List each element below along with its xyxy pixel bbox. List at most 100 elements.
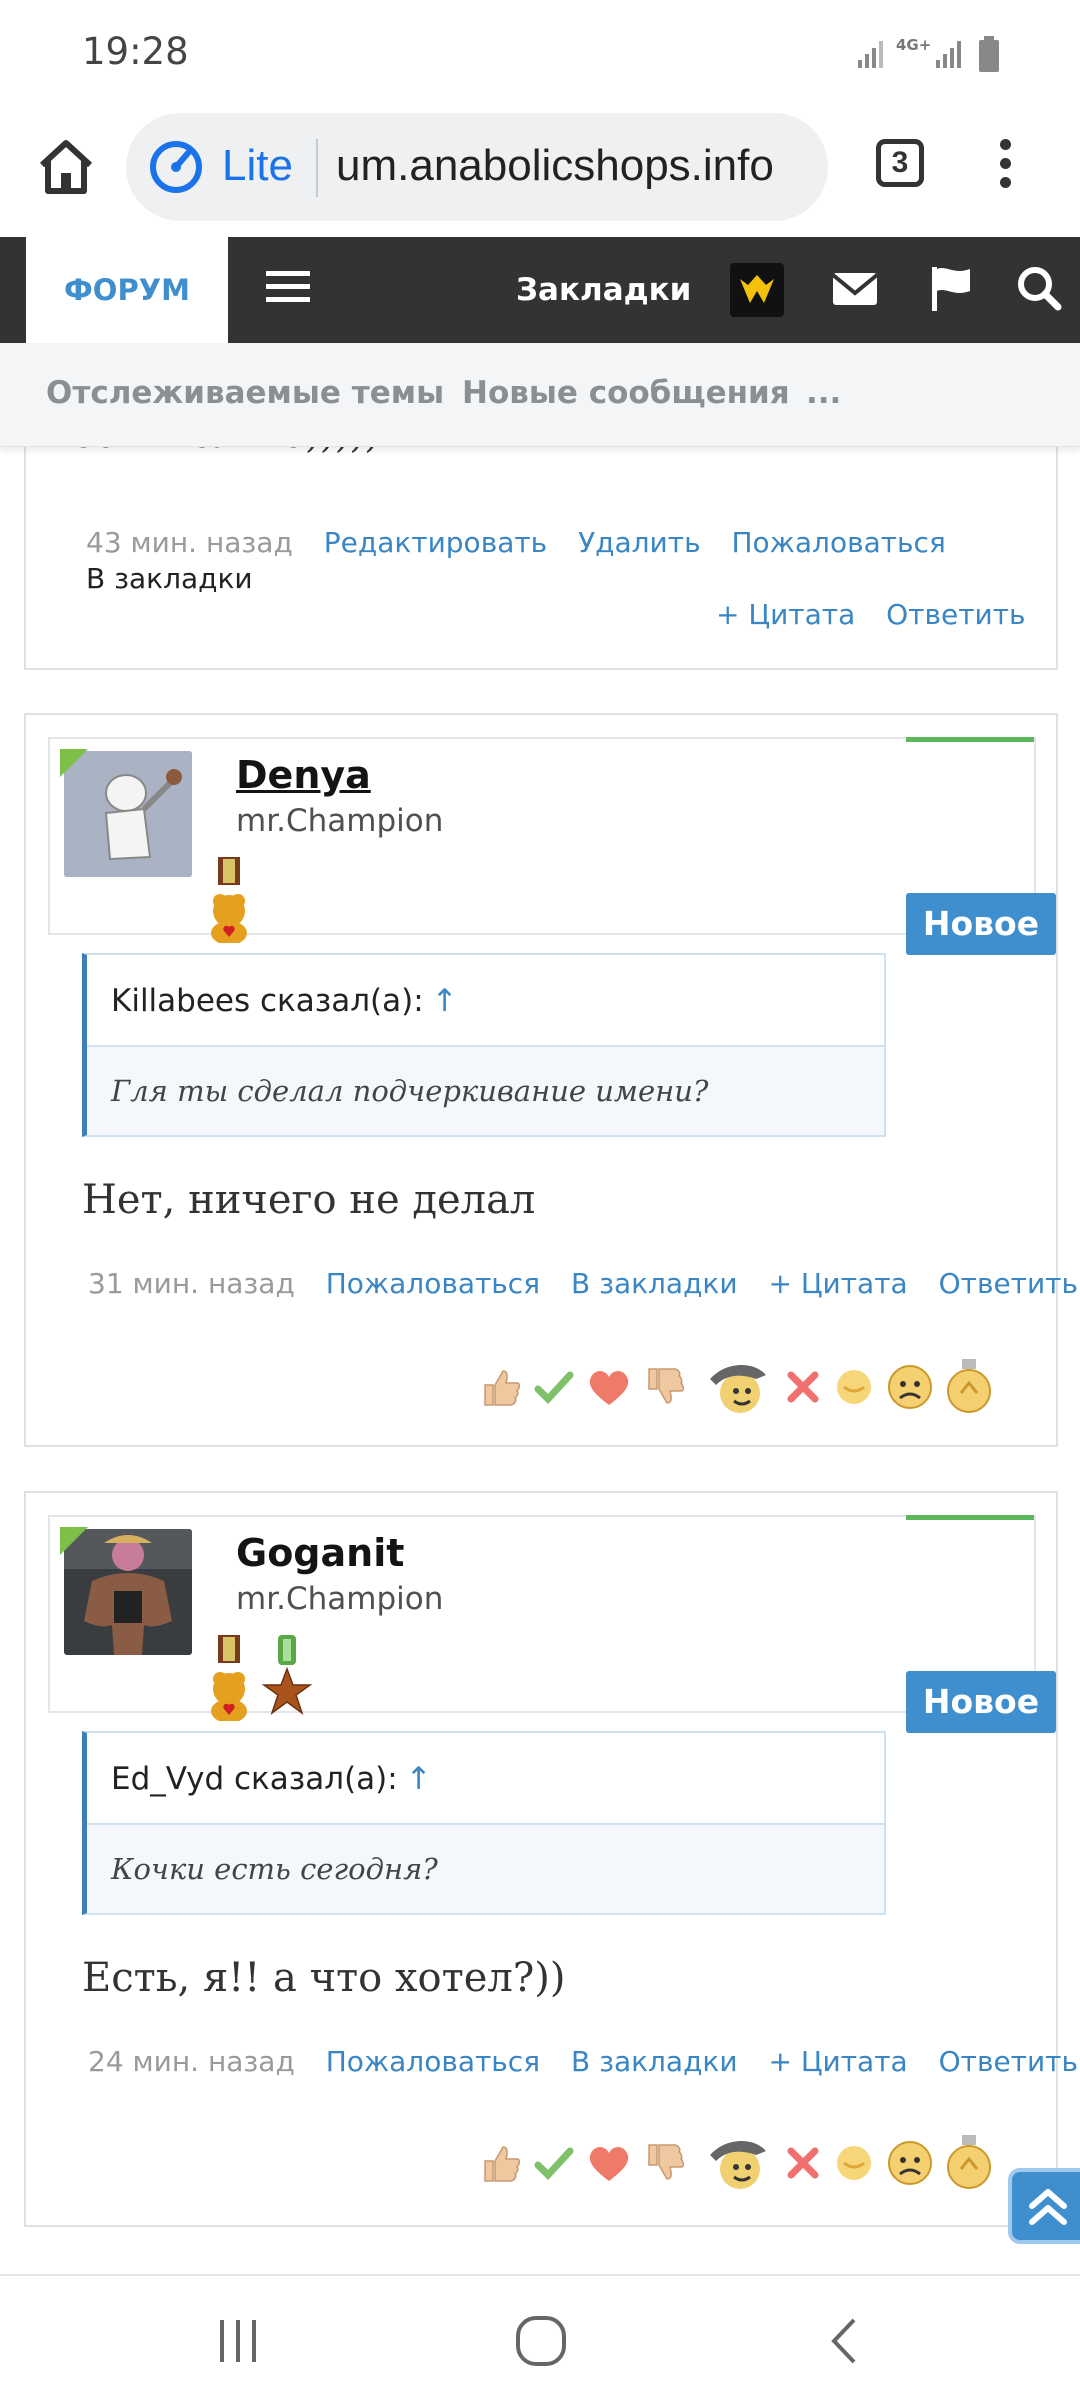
star-medal-icon <box>262 1635 312 1715</box>
online-bar <box>906 1515 1034 1520</box>
back-icon[interactable] <box>820 2316 868 2366</box>
quote-block: Killabees сказал(а): ↑ Гля ты сделал подч… <box>82 953 886 1137</box>
user-info-box: Goganit mr.Champion <box>48 1515 1036 1721</box>
thumbs-down-icon[interactable] <box>643 1365 687 1413</box>
flag-icon[interactable] <box>926 263 976 313</box>
quote-jump-icon[interactable]: ↑ <box>432 983 458 1019</box>
recent-apps-icon[interactable] <box>214 2316 262 2364</box>
troll-smiley-icon[interactable] <box>696 1357 774 1421</box>
post-meta: 43 мин. назад Редактировать Удалить Пожа… <box>86 526 946 559</box>
smile-icon[interactable] <box>832 2141 876 2189</box>
lite-label: Lite <box>222 141 293 190</box>
overflow-menu-icon[interactable] <box>990 139 1020 199</box>
bookmarks-link[interactable]: Закладки <box>516 237 691 343</box>
quote-block: Ed_Vyd сказал(а): ↑ Кочки есть сегодня? <box>82 1731 886 1915</box>
bookmark-link[interactable]: В закладки <box>571 1267 738 1300</box>
more-link[interactable]: ... <box>806 375 841 411</box>
checkmark-icon[interactable] <box>532 1365 576 1413</box>
heart-icon[interactable] <box>585 1365 633 1413</box>
quote-text: Гля ты сделал подчеркивание имени? <box>111 1074 709 1108</box>
post-card: Goganit mr.Champion Новое Ed_Vyd сказал(… <box>24 1491 1078 2227</box>
home-nav-icon[interactable] <box>514 2314 568 2368</box>
post-meta: 31 мин. назад Пожаловаться В закладки + … <box>88 1267 1078 1300</box>
quote-link[interactable]: + Цитата <box>716 598 855 631</box>
medal-icon[interactable] <box>944 1359 994 1419</box>
report-link[interactable]: Пожаловаться <box>326 2045 540 2078</box>
post-meta: 24 мин. назад Пожаловаться В закладки + … <box>88 2045 1078 2078</box>
quote-jump-icon[interactable]: ↑ <box>406 1761 432 1797</box>
post-card: Denya mr.Champion Новое Killabees сказал… <box>24 713 1078 1447</box>
network-type: 4G+ <box>896 36 932 54</box>
edit-link[interactable]: Редактировать <box>324 526 547 559</box>
quote-header: Killabees сказал(а): ↑ <box>87 955 884 1047</box>
bear-medal-icon <box>211 1635 247 1721</box>
double-chevron-up-icon <box>1029 2189 1067 2225</box>
bookmark-link[interactable]: В закладки <box>571 2045 738 2078</box>
user-title: mr.Champion <box>236 803 444 839</box>
post-time: 24 мин. назад <box>88 2045 295 2078</box>
tab-switcher-button[interactable]: 3 <box>876 139 924 187</box>
quote-link[interactable]: + Цитата <box>768 1267 907 1300</box>
url-text[interactable]: um.anabolicshops.info <box>336 141 774 191</box>
bookmark-link[interactable]: В закладки <box>86 562 253 595</box>
smile-icon[interactable] <box>832 1365 876 1413</box>
post-time: 43 мин. назад <box>86 526 293 559</box>
scroll-to-top-button[interactable] <box>1012 2172 1080 2240</box>
user-info-box: Denya mr.Champion <box>48 737 1036 943</box>
username[interactable]: Denya <box>236 753 371 797</box>
online-indicator <box>60 1527 88 1555</box>
thumbs-up-icon[interactable] <box>479 1365 523 1413</box>
troll-smiley-icon[interactable] <box>696 2133 774 2197</box>
reply-link[interactable]: Ответить <box>939 1267 1078 1300</box>
new-messages-link[interactable]: Новые сообщения <box>462 375 790 411</box>
thumbs-up-icon[interactable] <box>479 2141 523 2189</box>
home-icon[interactable] <box>34 135 98 199</box>
envelope-icon[interactable] <box>830 263 880 313</box>
forum-navbar: ФОРУМ Закладки <box>0 237 1080 343</box>
watched-threads-link[interactable]: Отслеживаемые темы <box>46 375 444 411</box>
delete-link[interactable]: Удалить <box>578 526 701 559</box>
bear-medal-icon <box>211 857 247 943</box>
reply-link[interactable]: Ответить <box>886 598 1025 631</box>
system-navigation-bar <box>0 2274 1080 2400</box>
x-mark-icon[interactable] <box>783 1365 823 1413</box>
online-bar <box>906 737 1034 742</box>
x-mark-icon[interactable] <box>783 2141 823 2189</box>
lite-mode-icon <box>150 141 202 193</box>
user-avatar-icon[interactable] <box>730 263 784 317</box>
post-body-text: Нет, ничего не делал <box>82 1177 536 1223</box>
medal-icon[interactable] <box>944 2135 994 2195</box>
reactions-bar <box>475 1357 994 1417</box>
reactions-bar <box>475 2133 994 2193</box>
sub-navigation: Отслеживаемые темы Новые сообщения ... <box>0 343 1080 447</box>
signal-icon <box>858 41 883 68</box>
search-icon[interactable] <box>1014 263 1064 313</box>
post-body-text: Есть, я!! а что хотел?)) <box>82 1955 566 2001</box>
checkmark-icon[interactable] <box>532 2141 576 2189</box>
hamburger-menu-icon[interactable] <box>266 271 310 303</box>
online-indicator <box>60 749 88 777</box>
address-bar[interactable]: Lite um.anabolicshops.info <box>126 113 828 221</box>
sad-icon[interactable] <box>885 2138 935 2192</box>
quote-link[interactable]: + Цитата <box>768 2045 907 2078</box>
browser-toolbar: Lite um.anabolicshops.info 3 <box>0 105 1080 237</box>
status-time: 19:28 <box>82 30 189 73</box>
tab-forum[interactable]: ФОРУМ <box>26 237 228 343</box>
post-footer-actions: + Цитата Ответить <box>716 598 1026 631</box>
battery-icon <box>979 36 999 72</box>
heart-icon[interactable] <box>585 2141 633 2189</box>
url-divider <box>316 139 318 197</box>
report-link[interactable]: Пожаловаться <box>326 1267 540 1300</box>
sad-icon[interactable] <box>885 1362 935 1416</box>
quote-text: Кочки есть сегодня? <box>111 1852 438 1886</box>
thumbs-down-icon[interactable] <box>643 2141 687 2189</box>
signal-icon-2 <box>936 41 961 68</box>
report-link[interactable]: Пожаловаться <box>731 526 945 559</box>
username[interactable]: Goganit <box>236 1531 404 1575</box>
quote-author: Killabees сказал(а): <box>111 983 424 1019</box>
reply-link[interactable]: Ответить <box>939 2045 1078 2078</box>
status-bar: 19:28 4G+ <box>0 0 1080 105</box>
post-time: 31 мин. назад <box>88 1267 295 1300</box>
new-badge: Новое <box>906 1671 1056 1733</box>
quote-header: Ed_Vyd сказал(а): ↑ <box>87 1733 884 1825</box>
